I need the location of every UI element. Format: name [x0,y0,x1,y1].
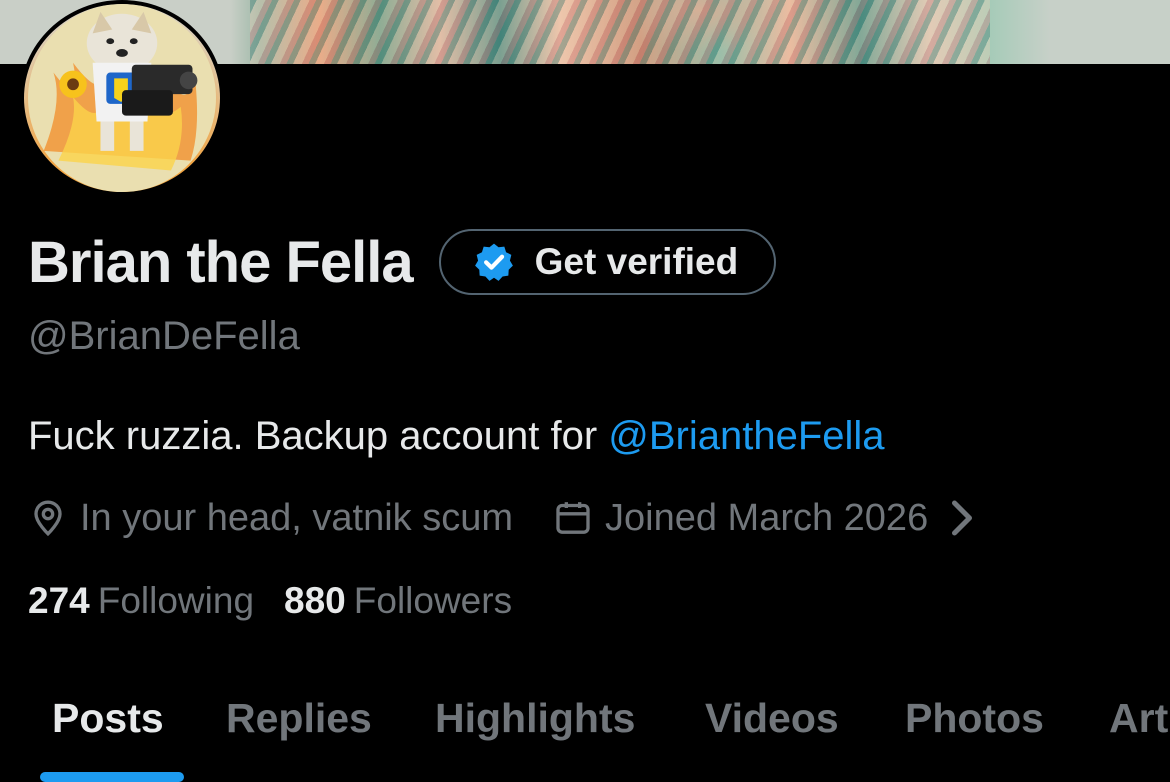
profile-display-name: Brian the Fella [28,229,414,295]
bio-text: Fuck ruzzia. Backup account for [28,414,609,458]
get-verified-label: Get verified [534,241,739,282]
calendar-icon [556,502,590,534]
tab-replies[interactable]: Replies [226,690,372,782]
verified-badge-icon [474,243,513,281]
profile-bio: Fuck ruzzia. Backup account for @Brianth… [28,414,885,459]
followers-stat[interactable]: 880 Followers [284,580,512,622]
tab-photos[interactable]: Photos [905,690,1044,782]
tab-posts[interactable]: Posts [52,690,164,782]
tab-highlights[interactable]: Highlights [435,690,635,782]
followers-label: Followers [353,580,513,621]
following-label: Following [97,580,255,621]
get-verified-button[interactable]: Get verified [438,229,777,295]
tab-articles[interactable]: Art [1109,690,1168,782]
profile-stats: 274 Following 880 Followers [28,580,512,622]
following-count: 274 [28,580,90,621]
location-pin-icon [34,500,62,537]
followers-count: 880 [284,580,346,621]
profile-tabs: Posts Replies Highlights Videos Photos A… [0,690,1170,782]
profile-name-row: Brian the Fella Get verified [28,226,777,298]
location-text: In your head, vatnik scum [80,496,513,539]
profile-joined[interactable]: Joined March 2026 [553,497,994,540]
banner-pattern [250,0,990,64]
active-tab-indicator [40,772,184,782]
avatar-image [28,4,216,192]
profile-meta: In your head, vatnik scum Joined March 2… [28,494,994,542]
following-stat[interactable]: 274 Following [28,580,254,622]
profile-handle: @BrianDeFella [28,314,300,358]
bio-mention-link[interactable]: @BriantheFella [608,414,884,458]
profile-avatar[interactable] [20,0,224,196]
joined-text: Joined March 2026 [605,496,929,539]
tab-videos[interactable]: Videos [705,690,839,782]
chevron-right-icon [952,500,973,536]
profile-location: In your head, vatnik scum [28,497,513,540]
